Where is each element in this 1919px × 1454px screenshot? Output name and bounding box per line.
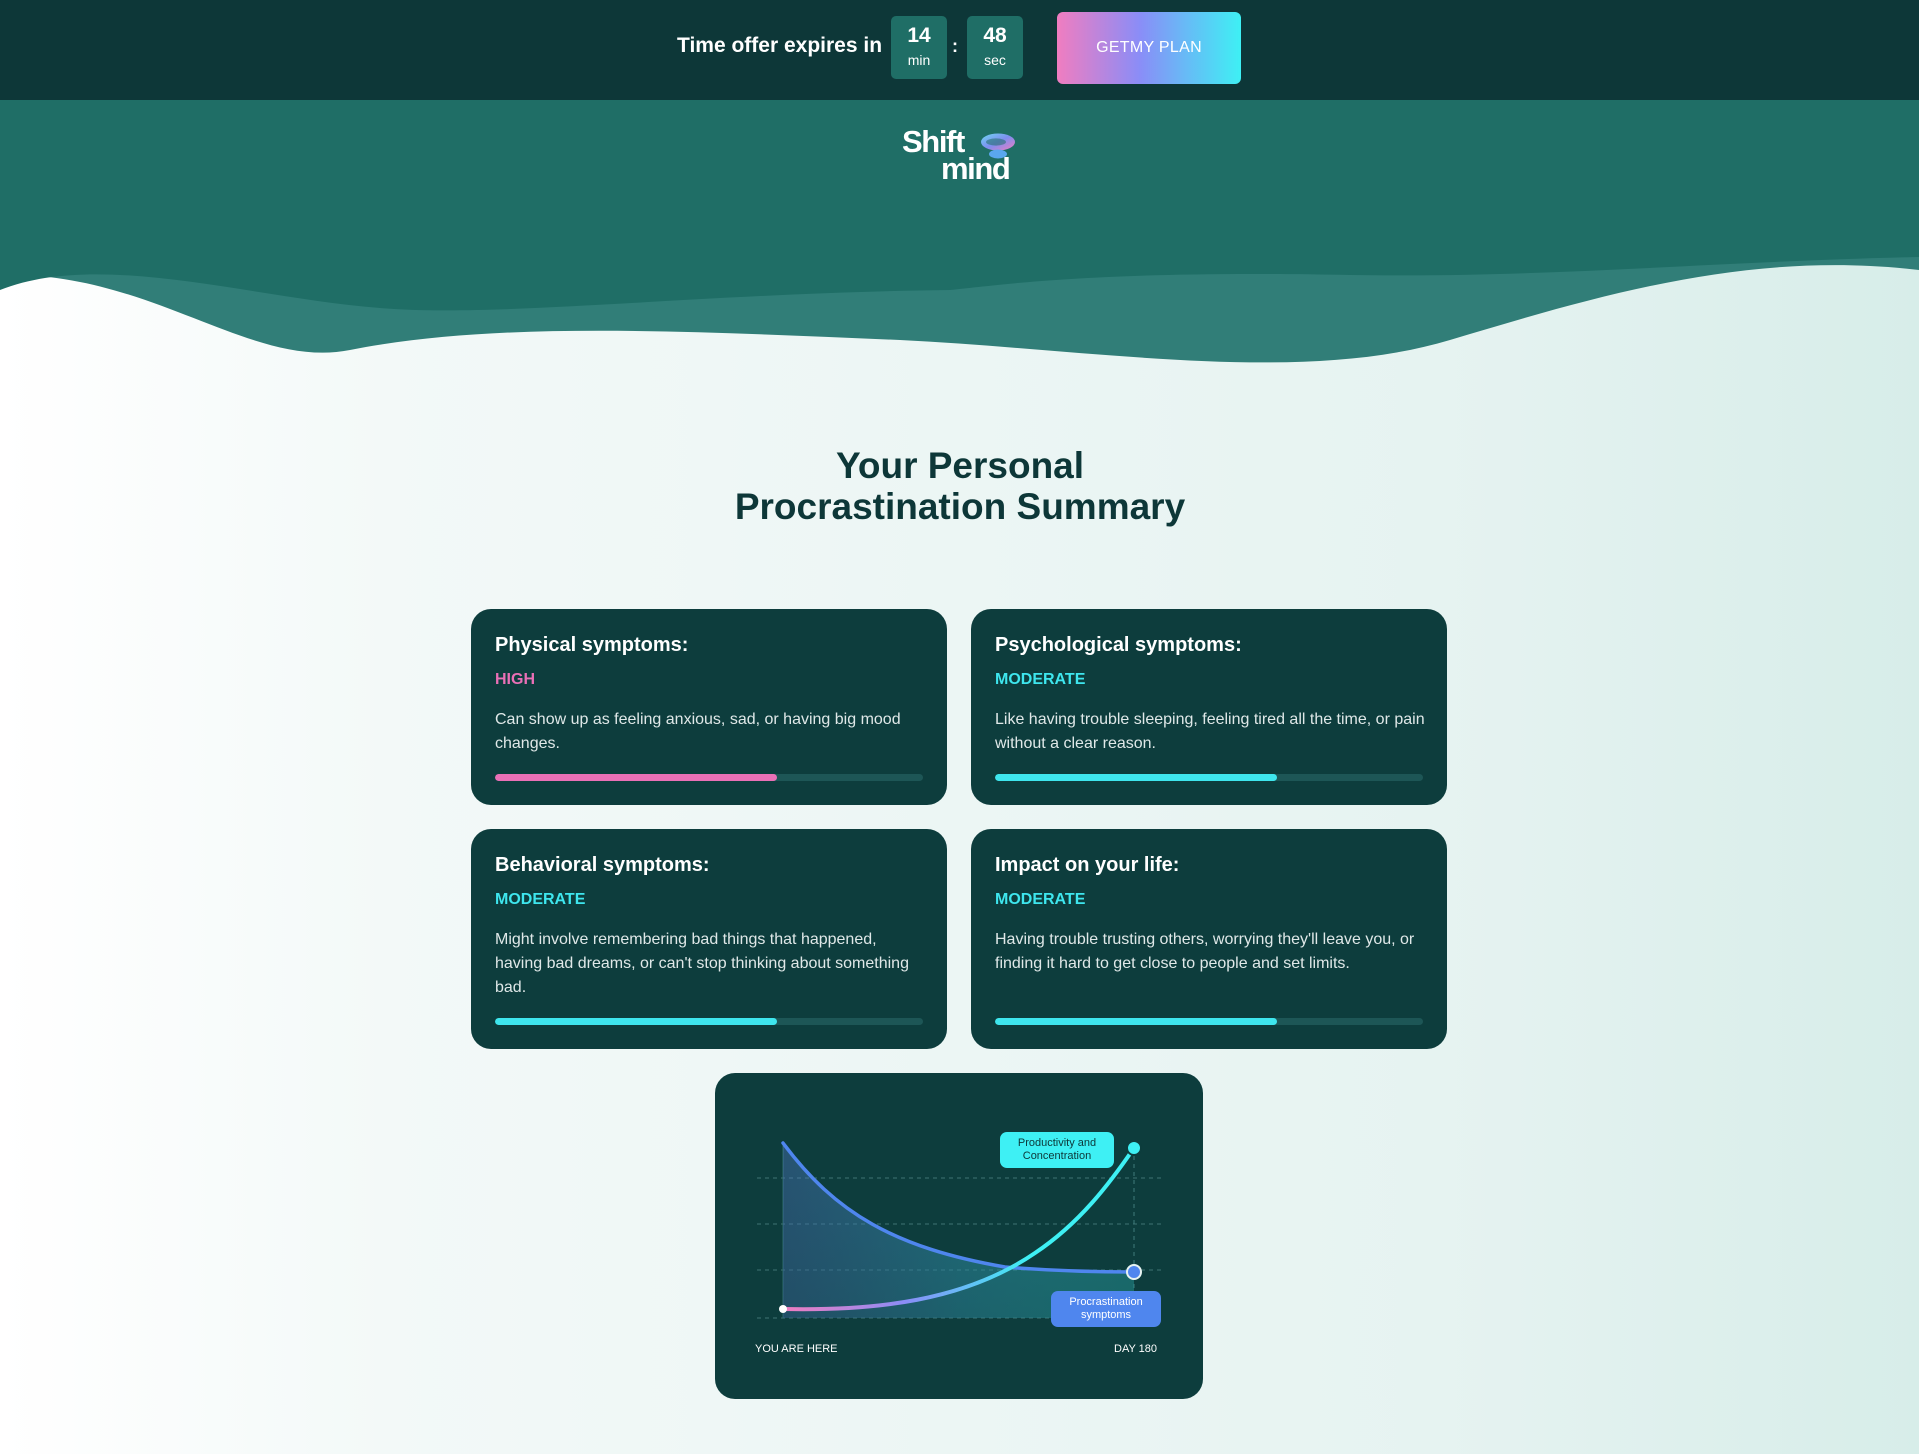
promo-bar: Time offer expires in 14 min : 48 sec GE… <box>0 0 1919 100</box>
productivity-end-point <box>1126 1140 1142 1156</box>
get-my-plan-button[interactable]: GETMY PLAN <box>1057 12 1241 84</box>
page-title-line-1: Your Personal <box>835 445 1085 486</box>
severity-progress-bar <box>495 1018 923 1025</box>
behavioral-symptoms-card: Behavioral symptoms: MODERATE Might invo… <box>471 829 947 1049</box>
card-description: Can show up as feeling anxious, sad, or … <box>495 711 901 752</box>
productivity-series-label: Productivity and Concentration <box>1000 1132 1114 1168</box>
card-title: Psychological symptoms: <box>995 634 1242 656</box>
shiftmind-logo[interactable]: Shift mind <box>902 126 1022 190</box>
card-title: Behavioral symptoms: <box>495 854 710 876</box>
card-title: Physical symptoms: <box>495 634 689 656</box>
procrastination-series-label: Procrastination symptoms <box>1051 1291 1161 1327</box>
page-title: Your Personal Procrastination Summary <box>560 445 1360 527</box>
procrastination-end-point <box>1126 1264 1142 1280</box>
page-title-line-2: Procrastination Summary <box>734 486 1186 527</box>
severity-progress-bar <box>495 774 923 781</box>
seconds-value: 48 <box>983 24 1007 47</box>
severity-progress-bar <box>995 774 1423 781</box>
psychological-symptoms-card: Psychological symptoms: MODERATE Like ha… <box>971 609 1447 805</box>
card-description: Having trouble trusting others, worrying… <box>995 931 1415 972</box>
card-title: Impact on your life: <box>995 854 1180 876</box>
severity-progress-fill <box>995 774 1278 781</box>
brain-swirl-icon <box>981 133 1015 159</box>
minutes-unit: min <box>907 52 931 68</box>
card-description: Might involve remembering bad things tha… <box>495 931 909 996</box>
severity-progress-bar <box>995 1018 1423 1025</box>
severity-progress-fill <box>495 774 778 781</box>
life-impact-card: Impact on your life: MODERATE Having tro… <box>971 829 1447 1049</box>
minutes-value: 14 <box>907 24 931 47</box>
seconds-unit: sec <box>984 52 1006 68</box>
start-point <box>779 1305 787 1313</box>
x-axis-end-label: DAY 180 <box>1114 1343 1158 1355</box>
card-description: Like having trouble sleeping, feeling ti… <box>995 711 1425 752</box>
severity-progress-fill <box>995 1018 1278 1025</box>
severity-level: MODERATE <box>995 671 1086 688</box>
severity-level: MODERATE <box>495 891 586 908</box>
progress-projection-chart: Productivity and Concentration Procrasti… <box>715 1073 1203 1399</box>
countdown-separator: : <box>952 36 958 56</box>
severity-level: HIGH <box>495 671 535 688</box>
severity-progress-fill <box>495 1018 778 1025</box>
severity-level: MODERATE <box>995 891 1086 908</box>
x-axis-start-label: YOU ARE HERE <box>755 1343 838 1355</box>
countdown-minutes: 14 min <box>891 16 947 79</box>
offer-text: Time offer expires in <box>677 34 883 57</box>
physical-symptoms-card: Physical symptoms: HIGH Can show up as f… <box>471 609 947 805</box>
countdown-seconds: 48 sec <box>967 16 1023 79</box>
